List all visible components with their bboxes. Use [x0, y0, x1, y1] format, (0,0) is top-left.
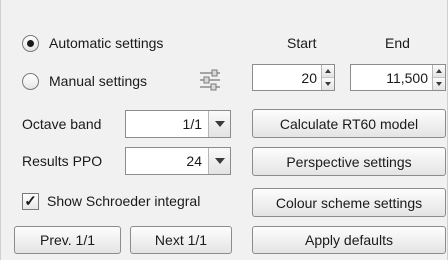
dropdown-arrow-icon [214, 121, 225, 127]
start-frequency-spinner[interactable]: 20 [252, 64, 335, 91]
arrow-up-icon [325, 69, 331, 73]
manual-settings-label[interactable]: Manual settings [49, 72, 147, 90]
results-ppo-value[interactable]: 24 [126, 148, 208, 174]
prev-button[interactable]: Prev. 1/1 [14, 226, 121, 254]
results-ppo-select[interactable]: 24 [125, 147, 231, 175]
start-column-header: Start [287, 35, 317, 51]
arrow-down-icon [436, 82, 442, 86]
start-increment-button[interactable] [322, 65, 334, 78]
end-frequency-value[interactable]: 11,500 [351, 65, 432, 90]
sliders-icon[interactable] [197, 68, 223, 92]
octave-band-label: Octave band [22, 116, 102, 132]
checkmark-icon: ✓ [24, 193, 37, 210]
octave-band-value[interactable]: 1/1 [126, 111, 208, 137]
show-schroeder-integral-checkbox[interactable]: ✓ [22, 193, 39, 210]
start-decrement-button[interactable] [322, 78, 334, 90]
dropdown-arrow-icon [214, 158, 225, 164]
end-decrement-button[interactable] [433, 78, 445, 90]
results-ppo-dropdown-button[interactable] [208, 148, 230, 174]
rt60-settings-panel: Automatic settings Start End Manual sett… [0, 0, 448, 260]
apply-defaults-button[interactable]: Apply defaults [252, 226, 446, 254]
arrow-down-icon [325, 82, 331, 86]
calculate-rt60-model-button[interactable]: Calculate RT60 model [252, 109, 446, 138]
manual-settings-radio[interactable] [22, 73, 39, 90]
end-frequency-spinner[interactable]: 11,500 [350, 64, 446, 91]
end-column-header: End [385, 35, 410, 51]
octave-band-select[interactable]: 1/1 [125, 110, 231, 138]
perspective-settings-button[interactable]: Perspective settings [252, 147, 446, 176]
automatic-settings-radio[interactable] [22, 35, 39, 52]
next-button[interactable]: Next 1/1 [130, 226, 232, 254]
octave-band-dropdown-button[interactable] [208, 111, 230, 137]
end-increment-button[interactable] [433, 65, 445, 78]
arrow-up-icon [436, 69, 442, 73]
show-schroeder-integral-label[interactable]: Show Schroeder integral [47, 192, 200, 210]
automatic-settings-label[interactable]: Automatic settings [49, 34, 163, 52]
colour-scheme-settings-button[interactable]: Colour scheme settings [252, 188, 446, 217]
results-ppo-label: Results PPO [22, 153, 103, 169]
start-frequency-value[interactable]: 20 [253, 65, 321, 90]
